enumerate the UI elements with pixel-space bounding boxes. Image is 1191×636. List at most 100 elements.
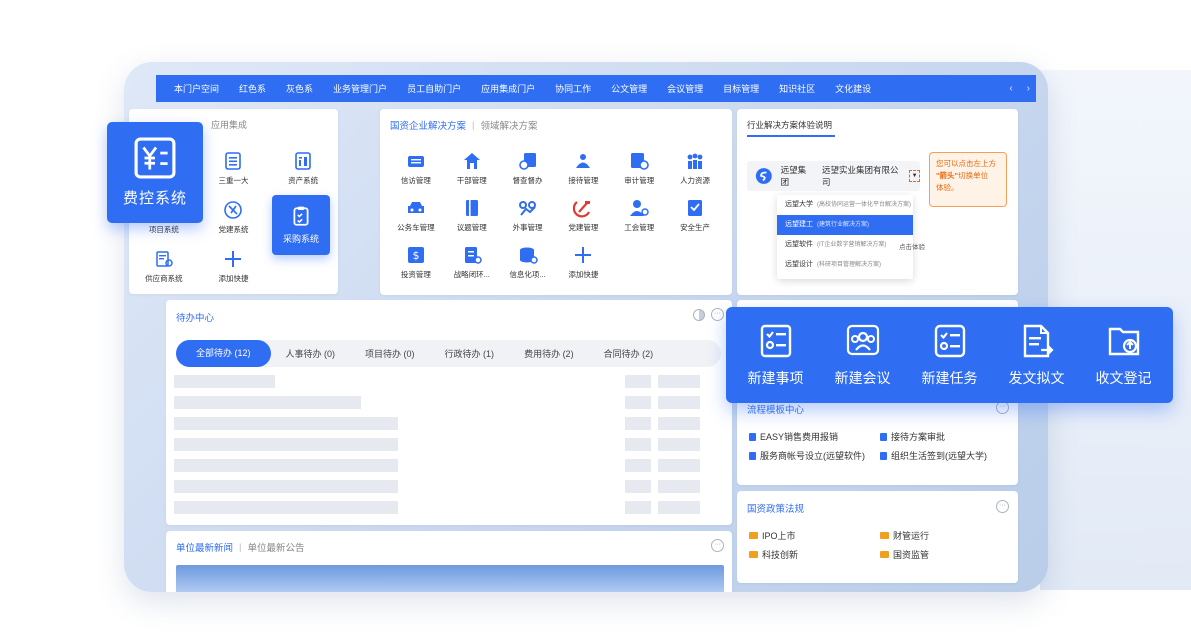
hammer-sickle-icon [573, 201, 591, 218]
nav-next-icon[interactable]: › [1027, 83, 1030, 94]
app-agenda[interactable]: 议题管理 [444, 198, 500, 233]
nav-item-meetings[interactable]: 会议管理 [667, 82, 703, 95]
tab-expense-todo[interactable]: 费用待办 (2) [509, 347, 589, 360]
app-label: 党建管理 [568, 223, 599, 232]
flow-link-org-signin[interactable]: 组织生活签到(远望大学) [880, 449, 987, 462]
placeholder-cell [658, 459, 700, 472]
tab-hr-todo[interactable]: 人事待办 (0) [271, 347, 351, 360]
app-union[interactable]: 工会管理 [611, 198, 667, 233]
org-name: 远望实业集团有限公司 [821, 165, 899, 187]
company-logo-icon [755, 168, 772, 184]
register-received-button[interactable]: 收文登记 [1096, 323, 1152, 388]
strategy-icon [464, 247, 482, 264]
nav-item-knowledge[interactable]: 知识社区 [779, 82, 815, 95]
app-add-shortcut-2[interactable]: 添加快捷 [555, 245, 611, 280]
app-label: 督查督办 [512, 176, 543, 185]
tab-all-todo[interactable]: 全部待办 (12) [176, 340, 271, 367]
todo-more-icon[interactable]: ··· [711, 308, 724, 321]
app-hr[interactable]: 人力资源 [667, 151, 723, 186]
placeholder-cell [625, 375, 651, 388]
app-three-major[interactable]: 三重一大 [199, 151, 269, 186]
action-label: 新建会议 [834, 369, 891, 386]
app-label: 信息化项... [509, 270, 546, 279]
policy-link-tech[interactable]: 科技创新 [749, 548, 798, 561]
document-icon [880, 451, 887, 460]
app-petition[interactable]: 信访管理 [388, 151, 444, 186]
tab-soe-solutions[interactable]: 国资企业解决方案 [390, 118, 466, 132]
org-group: 远望集团 [780, 165, 807, 187]
nav-item-gray-theme[interactable]: 灰色系 [286, 82, 313, 95]
link-label: 组织生活签到(远望大学) [891, 451, 987, 461]
nav-item-culture[interactable]: 文化建设 [835, 82, 871, 95]
tab-project-todo[interactable]: 项目待办 (0) [350, 347, 430, 360]
app-audit[interactable]: 审计管理 [611, 151, 667, 186]
app-strategy-loop[interactable]: 战略闭环... [444, 245, 500, 280]
link-label: 财管运行 [893, 531, 930, 541]
expense-control-card[interactable]: 费控系统 [107, 122, 203, 223]
tab-admin-todo[interactable]: 行政待办 (1) [430, 347, 510, 360]
nav-item-documents[interactable]: 公文管理 [611, 82, 647, 95]
nav-item-business-portal[interactable]: 业务管理门户 [333, 82, 387, 95]
industry-solution-panel: 行业解决方案体验说明 远望集团 远望实业集团有限公司 ▼ 您可以点击左上方 "箭… [737, 109, 1018, 295]
policy-link-finance[interactable]: 财管运行 [880, 529, 929, 542]
org-option-construction[interactable]: 远望建工 (建筑行业解决方案) [777, 215, 913, 235]
policy-more-icon[interactable]: ··· [996, 500, 1009, 513]
screenshot-stage: 本门户空间 红色系 灰色系 业务管理门户 员工自助门户 应用集成门户 协同工作 … [0, 0, 1191, 636]
org-selector[interactable]: 远望集团 远望实业集团有限公司 ▼ [747, 161, 920, 191]
nav-item-collaboration[interactable]: 协同工作 [555, 82, 591, 95]
link-label: IPO上市 [762, 531, 796, 541]
nav-item-goals[interactable]: 目标管理 [723, 82, 759, 95]
new-task-button[interactable]: 新建任务 [922, 323, 978, 388]
nav-prev-icon[interactable]: ‹ [1009, 83, 1012, 94]
placeholder-row [174, 417, 398, 430]
app-vehicle[interactable]: 公务车管理 [388, 198, 444, 233]
policy-link-ipo[interactable]: IPO上市 [749, 529, 796, 542]
placeholder-cell [625, 396, 651, 409]
app-assets[interactable]: 资产系统 [268, 151, 338, 186]
nav-item-home-space[interactable]: 本门户空间 [174, 82, 219, 95]
policy-link-regulation[interactable]: 国资监管 [880, 548, 929, 561]
flow-link-provider-account[interactable]: 服务商帐号设立(远望软件) [749, 449, 865, 462]
checklist-icon [760, 324, 791, 357]
svg-text:$: $ [412, 249, 419, 262]
org-option-design[interactable]: 远望设计 (科研项目管理解决方案) [777, 255, 913, 275]
tab-app-integration[interactable]: 应用集成 [211, 118, 247, 131]
nav-item-employee-portal[interactable]: 员工自助门户 [407, 82, 461, 95]
app-cadre[interactable]: 干部管理 [444, 151, 500, 186]
placeholder-cell [625, 501, 651, 514]
nav-item-integration-portal[interactable]: 应用集成门户 [481, 82, 535, 95]
draft-document-button[interactable]: 发文拟文 [1009, 323, 1065, 388]
news-banner-image[interactable] [176, 565, 724, 592]
purchase-system-card[interactable]: 采购系统 [272, 195, 330, 255]
app-reception[interactable]: 接待管理 [555, 151, 611, 186]
org-dropdown-arrow-icon[interactable]: ▼ [909, 170, 920, 182]
app-foreign-affairs[interactable]: 外事管理 [500, 198, 556, 233]
app-it-projects[interactable]: 信息化项... [500, 245, 556, 280]
app-party[interactable]: 党建系统 [199, 200, 269, 235]
flow-link-easy-expense[interactable]: EASY销售费用报销 [749, 430, 838, 443]
new-meeting-button[interactable]: 新建会议 [835, 323, 891, 388]
tab-unit-news[interactable]: 单位最新新闻 [176, 540, 233, 554]
tab-contract-todo[interactable]: 合同待办 (2) [589, 347, 669, 360]
flow-link-reception-approval[interactable]: 接待方案审批 [880, 430, 945, 443]
org-option-software[interactable]: 远望软件 (IT企业数字营销解决方案) [777, 235, 913, 255]
news-more-icon[interactable]: ··· [711, 539, 724, 552]
todo-title: 待办中心 [176, 313, 215, 324]
app-supervision[interactable]: 督查督办 [500, 151, 556, 186]
org-option-university[interactable]: 远望大学 (高校协同运营一体化平台解决方案) [777, 195, 913, 215]
foreign-affairs-icon [518, 201, 536, 216]
nav-item-red-theme[interactable]: 红色系 [239, 82, 266, 95]
app-suppliers[interactable]: 供应商系统 [129, 249, 199, 284]
app-add-shortcut[interactable]: 添加快捷 [199, 249, 269, 284]
app-safety[interactable]: 安全生产 [667, 198, 723, 233]
link-label: 服务商帐号设立(远望软件) [760, 451, 865, 461]
industry-title: 行业解决方案体验说明 [747, 120, 833, 130]
contrast-toggle-icon[interactable] [693, 309, 705, 321]
app-party-building[interactable]: 党建管理 [555, 198, 611, 233]
new-item-button[interactable]: 新建事项 [748, 323, 804, 388]
tooltip-arrow-word: "箭头" [936, 171, 959, 180]
placeholder-cell [658, 417, 700, 430]
tab-unit-notices[interactable]: 单位最新公告 [247, 540, 304, 554]
app-investment[interactable]: $ 投资管理 [388, 245, 444, 280]
tab-domain-solutions[interactable]: 领域解决方案 [480, 118, 537, 132]
